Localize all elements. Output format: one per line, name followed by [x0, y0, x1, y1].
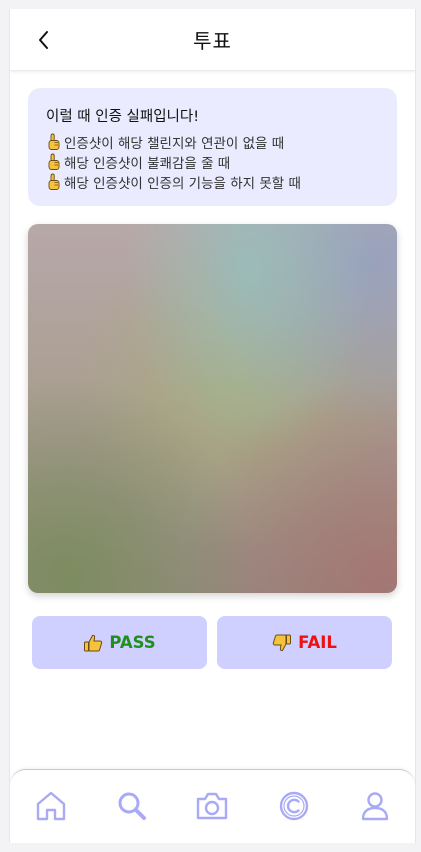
nav-profile[interactable]	[355, 786, 395, 826]
failure-notice-box: 이럴 때 인증 실패입니다! 인증샷이 해당 챌린지와 연관이 없을 때 해당 …	[28, 88, 397, 206]
pointing-up-hand-icon	[48, 153, 60, 170]
bottom-navigation	[10, 769, 415, 843]
notice-item-text: 해당 인증샷이 불쾌감을 줄 때	[64, 156, 231, 172]
verification-photo	[28, 224, 397, 593]
fail-label: FAIL	[298, 633, 337, 652]
camera-icon	[196, 792, 228, 820]
copyright-icon	[279, 791, 309, 821]
search-icon	[118, 792, 146, 820]
fail-button[interactable]: FAIL	[217, 616, 392, 669]
pointing-up-hand-icon	[48, 173, 60, 190]
nav-home[interactable]	[31, 786, 71, 826]
notice-title: 이럴 때 인증 실패입니다!	[46, 109, 200, 125]
pass-button[interactable]: PASS	[32, 616, 207, 669]
notice-item-text: 인증샷이 해당 챌린지와 연관이 없을 때	[64, 136, 285, 152]
top-bar: 투표	[10, 9, 415, 71]
page-title: 투표	[193, 29, 232, 53]
thumbs-up-icon	[84, 634, 103, 651]
nav-search[interactable]	[112, 786, 152, 826]
thumbs-down-icon	[272, 634, 292, 651]
home-icon	[36, 791, 66, 821]
notice-item-text: 해당 인증샷이 인증의 기능을 하지 못할 때	[64, 176, 301, 192]
app-frame: 투표 이럴 때 인증 실패입니다! 인증샷이 해당 챌린지와 연관이 없을 때 …	[9, 9, 416, 843]
notice-item: 해당 인증샷이 인증의 기능을 하지 못할 때	[46, 172, 379, 192]
nav-challenge[interactable]	[274, 786, 314, 826]
notice-item: 해당 인증샷이 불쾌감을 줄 때	[46, 152, 379, 172]
user-icon	[361, 792, 389, 821]
pass-label: PASS	[109, 633, 156, 652]
notice-item: 인증샷이 해당 챌린지와 연관이 없을 때	[46, 132, 379, 152]
nav-camera[interactable]	[192, 786, 232, 826]
pointing-up-hand-icon	[48, 133, 60, 150]
